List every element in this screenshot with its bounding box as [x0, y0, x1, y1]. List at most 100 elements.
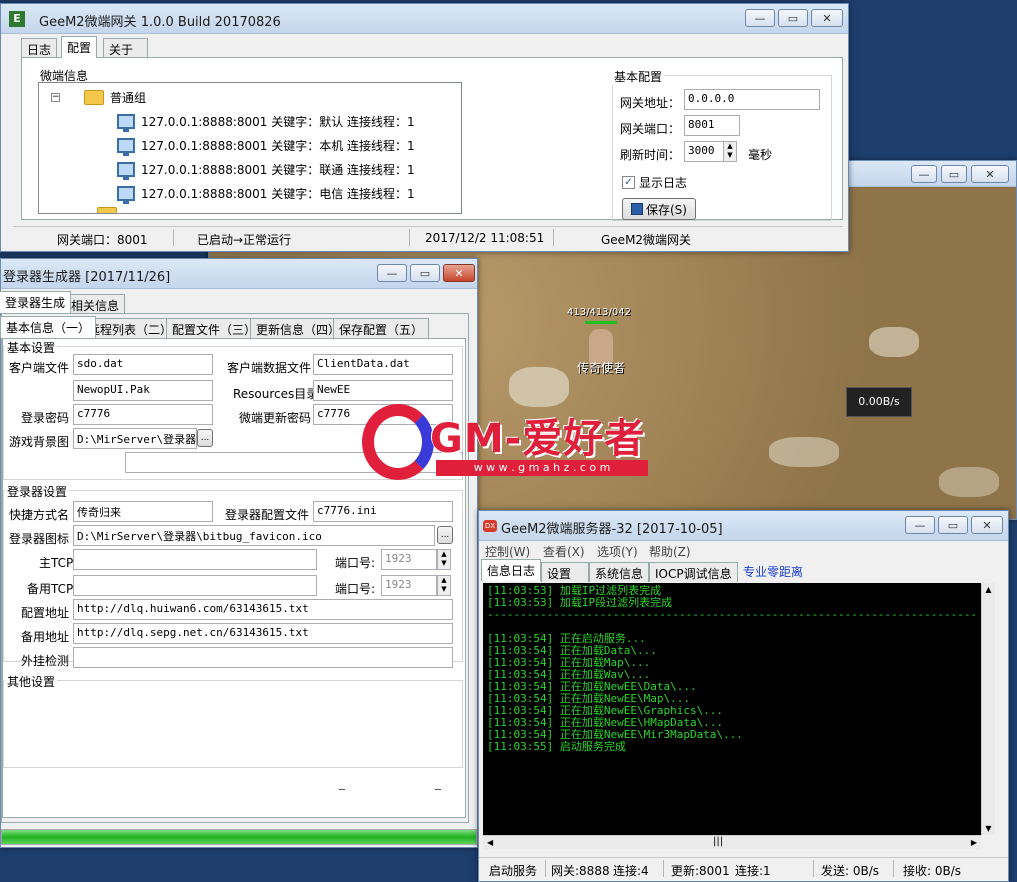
plugin-input[interactable]	[73, 647, 453, 668]
progress-fill	[2, 830, 476, 844]
launcher-title: 登录器设置	[5, 483, 70, 500]
tab-system-info[interactable]: 系统信息	[589, 562, 650, 582]
save-button[interactable]: 保存(S)	[622, 198, 696, 220]
app-icon: DX	[483, 520, 497, 532]
close-button[interactable]: ✕	[971, 516, 1003, 534]
other-title: 其他设置	[5, 673, 58, 690]
minimize-button[interactable]: —	[745, 9, 775, 27]
backup-port-input[interactable]: 1923	[381, 575, 437, 596]
status-app: GeeM2微端网关	[601, 233, 692, 247]
tab-iocp-debug[interactable]: IOCP调试信息	[649, 562, 738, 582]
main-tcp-label: 主TCP	[39, 556, 74, 570]
icon-input[interactable]: D:\MirServer\登录器\bitbug_favicon.ico	[73, 525, 435, 546]
pwd-input[interactable]: c7776	[73, 404, 213, 425]
logo-url: w w w . g m a h z . c o m	[436, 460, 648, 476]
tree-node[interactable]: 127.0.0.1:8888:8001 关键字：电信 连接线程：1	[117, 185, 415, 204]
tree-node[interactable]: 127.0.0.1:8888:8001 关键字：联通 连接线程：1	[117, 161, 415, 180]
refresh-label: 刷新时间：	[620, 148, 681, 162]
refresh-spinner[interactable]: ▲ ▼	[723, 141, 737, 162]
client-data-input[interactable]: ClientData.dat	[313, 354, 453, 375]
close-button[interactable]: ✕	[443, 264, 475, 282]
log-lines: [11:03:53] 加载IP过滤列表完成 [11:03:53] 加载IP段过滤列…	[487, 585, 977, 753]
scroll-thumb[interactable]: |||	[713, 836, 723, 847]
tree-group-partial[interactable]	[97, 207, 117, 213]
maximize-button[interactable]: ▭	[938, 516, 968, 534]
backup-tcp-input[interactable]	[73, 575, 317, 596]
log-output: [11:03:53] 加载IP过滤列表完成 [11:03:53] 加载IP段过滤列…	[483, 583, 981, 835]
minimize-button[interactable]: —	[905, 516, 935, 534]
backup-addr-input[interactable]: http://dlq.sepg.net.cn/63143615.txt	[73, 623, 453, 644]
logo-g-icon	[362, 404, 434, 480]
resources-input[interactable]: NewEE	[313, 380, 453, 401]
plugin-label: 外挂检测	[21, 654, 70, 668]
showlog-checkbox[interactable]: ✓ 显示日志	[622, 174, 687, 191]
pwd-label: 登录密码	[21, 411, 70, 425]
subtab-update[interactable]: 更新信息（四）	[250, 318, 347, 338]
window-title: 登录器生成器 [2017/11/26]	[3, 270, 171, 285]
subtab-config[interactable]: 配置文件（三）	[166, 318, 263, 338]
tree-group[interactable]: − 普通组	[51, 89, 146, 106]
basic-config-title: 基本配置	[612, 68, 665, 85]
icon-browse-button[interactable]: ...	[437, 526, 453, 544]
menu-control[interactable]: 控制(W)	[485, 543, 530, 560]
server-statusbar: 启动服务 网关:8888 连接:4 更新:8001 连接:1 发送: 0B/s …	[479, 857, 1008, 879]
scroll-up-icon[interactable]: ▲	[982, 585, 995, 594]
backup-port-spinner[interactable]: ▲ ▼	[437, 575, 451, 596]
port-input[interactable]: 8001	[684, 115, 740, 136]
scroll-left-icon[interactable]: ◀	[487, 838, 493, 847]
generator-panel: 基本信息（一） 远程列表（二） 配置文件（三） 更新信息（四） 保存配置（五） …	[0, 313, 469, 823]
bg-browse-button[interactable]: ...	[197, 429, 213, 447]
maximize-button[interactable]: ▭	[941, 165, 967, 183]
tree-node[interactable]: 127.0.0.1:8888:8001 关键字：本机 连接线程：1	[117, 137, 415, 156]
subtab-save[interactable]: 保存配置（五）	[333, 318, 430, 338]
tab-about[interactable]: 关于	[103, 38, 149, 58]
tab-generator[interactable]: 登录器生成	[0, 291, 72, 313]
checkbox-icon[interactable]: ✓	[622, 176, 635, 189]
menu-options[interactable]: 选项(Y)	[597, 543, 638, 560]
config-panel: 微端信息 − 普通组 127.0.0.1:8888:8001 关键字：默认 连接…	[21, 57, 843, 221]
addr-input[interactable]: 0.0.0.0	[684, 89, 820, 110]
minimize-button[interactable]: —	[911, 165, 937, 183]
maximize-button[interactable]: ▭	[410, 264, 440, 282]
menu-view[interactable]: 查看(X)	[543, 543, 585, 560]
close-button[interactable]: ✕	[811, 9, 843, 27]
menu-help[interactable]: 帮助(Z)	[649, 543, 691, 560]
maximize-button[interactable]: ▭	[778, 9, 808, 27]
tab-settings[interactable]: 设置	[541, 562, 589, 582]
client-file-input[interactable]: sdo.dat	[73, 354, 213, 375]
server-tree[interactable]: − 普通组 127.0.0.1:8888:8001 关键字：默认 连接线程：1 …	[38, 82, 462, 214]
tab-log[interactable]: 日志	[21, 38, 58, 58]
tab-info-log[interactable]: 信息日志	[481, 559, 542, 581]
main-port-input[interactable]: 1923	[381, 549, 437, 570]
bg-input[interactable]: D:\MirServer\登录器\	[73, 428, 197, 449]
addr-label: 网关地址：	[620, 96, 681, 110]
minimize-button[interactable]: —	[377, 264, 407, 282]
scroll-right-icon[interactable]: ▶	[971, 838, 977, 847]
shortcut-input[interactable]: 传奇归来	[73, 501, 213, 522]
scroll-down-icon[interactable]: ▼	[982, 824, 995, 833]
basic-title: 基本设置	[5, 339, 58, 356]
resources-label: Resources目录	[233, 387, 319, 401]
vertical-scrollbar[interactable]: ▲ ▼	[981, 583, 995, 835]
monitor-icon	[117, 138, 135, 156]
close-button[interactable]: ✕	[971, 165, 1009, 183]
collapse-icon[interactable]: −	[51, 93, 60, 102]
tab-config[interactable]: 配置	[61, 36, 98, 58]
subtab-basic[interactable]: 基本信息（一）	[0, 316, 97, 338]
config-addr-label: 配置地址	[21, 606, 70, 620]
config-addr-input[interactable]: http://dlq.huiwan6.com/63143615.txt	[73, 599, 453, 620]
log-line: [11:03:53] 加载IP过滤列表完成	[487, 585, 662, 597]
refresh-input[interactable]: 3000	[684, 141, 724, 162]
main-tcp-input[interactable]	[73, 549, 317, 570]
tree-node[interactable]: 127.0.0.1:8888:8001 关键字：默认 连接线程：1	[117, 113, 415, 132]
ui-file-input[interactable]: NewopUI.Pak	[73, 380, 213, 401]
link-professional[interactable]: 专业零距离	[743, 563, 803, 580]
generator-window: 登录器生成器 [2017/11/26] — ▭ ✕ 登录器生成 相关信息 基本信…	[0, 258, 478, 848]
subtab-remote[interactable]: 远程列表（二）	[82, 318, 179, 338]
horizontal-scrollbar[interactable]: ◀ ||| ▶	[483, 835, 981, 849]
config-file-input[interactable]: c7776.ini	[313, 501, 453, 522]
tab-related-info[interactable]: 相关信息	[65, 294, 126, 314]
logo-text: GM-爱好者	[430, 416, 646, 462]
client-file-label: 客户端文件	[9, 361, 70, 375]
main-port-spinner[interactable]: ▲ ▼	[437, 549, 451, 570]
